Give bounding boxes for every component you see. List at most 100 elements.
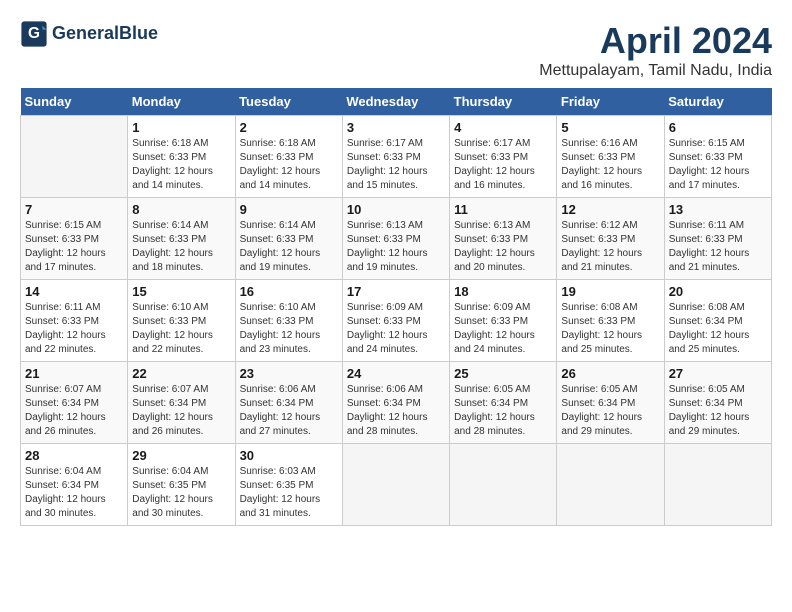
day-number: 7: [25, 202, 123, 217]
day-number: 30: [240, 448, 338, 463]
calendar-cell: 22 Sunrise: 6:07 AMSunset: 6:34 PMDayligh…: [128, 362, 235, 444]
calendar-cell: [21, 116, 128, 198]
header-monday: Monday: [128, 88, 235, 116]
calendar-cell: 20Sunrise: 6:08 AMSunset: 6:34 PMDayligh…: [664, 280, 771, 362]
calendar-header-row: SundayMondayTuesdayWednesdayThursdayFrid…: [21, 88, 772, 116]
calendar-cell: 28 Sunrise: 6:04 AMSunset: 6:34 PMDayligh…: [21, 444, 128, 526]
day-info: Sunrise: 6:09 AMSunset: 6:33 PMDaylight:…: [347, 301, 445, 357]
calendar-table: SundayMondayTuesdayWednesdayThursdayFrid…: [20, 88, 772, 526]
calendar-cell: 12 Sunrise: 6:12 AMSunset: 6:33 PMDayligh…: [557, 198, 664, 280]
calendar-cell: 15Sunrise: 6:10 AMSunset: 6:33 PMDayligh…: [128, 280, 235, 362]
day-info: Sunrise: 6:16 AMSunset: 6:33 PMDaylight:…: [561, 137, 659, 193]
calendar-cell: 1Sunrise: 6:18 AMSunset: 6:33 PMDaylight…: [128, 116, 235, 198]
day-info: Sunrise: 6:15 AMSunset: 6:33 PMDaylight:…: [669, 137, 767, 193]
calendar-cell: 26Sunrise: 6:05 AMSunset: 6:34 PMDayligh…: [557, 362, 664, 444]
day-info: Sunrise: 6:17 AMSunset: 6:33 PMDaylight:…: [454, 137, 552, 193]
calendar-cell: 23 Sunrise: 6:06 AMSunset: 6:34 PMDayligh…: [235, 362, 342, 444]
day-number: 25: [454, 366, 552, 381]
calendar-cell: 14 Sunrise: 6:11 AMSunset: 6:33 PMDayligh…: [21, 280, 128, 362]
calendar-cell: 27 Sunrise: 6:05 AMSunset: 6:34 PMDayligh…: [664, 362, 771, 444]
subtitle: Mettupalayam, Tamil Nadu, India: [539, 62, 772, 80]
day-number: 27: [669, 366, 767, 381]
day-number: 8: [132, 202, 230, 217]
calendar-cell: 18 Sunrise: 6:09 AMSunset: 6:33 PMDayligh…: [450, 280, 557, 362]
day-number: 24: [347, 366, 445, 381]
day-info: Sunrise: 6:09 AMSunset: 6:33 PMDaylight:…: [454, 301, 552, 357]
day-number: 9: [240, 202, 338, 217]
calendar-cell: 19 Sunrise: 6:08 AMSunset: 6:33 PMDayligh…: [557, 280, 664, 362]
day-number: 15: [132, 284, 230, 299]
day-info: Sunrise: 6:05 AMSunset: 6:34 PMDaylight:…: [669, 383, 767, 439]
day-info: Sunrise: 6:17 AMSunset: 6:33 PMDaylight:…: [347, 137, 445, 193]
calendar-cell: 24 Sunrise: 6:06 AMSunset: 6:34 PMDayligh…: [342, 362, 449, 444]
header-thursday: Thursday: [450, 88, 557, 116]
day-number: 14: [25, 284, 123, 299]
calendar-cell: 13 Sunrise: 6:11 AMSunset: 6:33 PMDayligh…: [664, 198, 771, 280]
page-header: G GeneralBlue April 2024 Mettupalayam, T…: [20, 20, 772, 80]
header-friday: Friday: [557, 88, 664, 116]
day-number: 28: [25, 448, 123, 463]
day-number: 10: [347, 202, 445, 217]
calendar-cell: 7 Sunrise: 6:15 AMSunset: 6:33 PMDaylight…: [21, 198, 128, 280]
day-number: 26: [561, 366, 659, 381]
day-info: Sunrise: 6:15 AMSunset: 6:33 PMDaylight:…: [25, 219, 123, 275]
calendar-cell: [557, 444, 664, 526]
day-number: 3: [347, 120, 445, 135]
calendar-cell: 21Sunrise: 6:07 AMSunset: 6:34 PMDayligh…: [21, 362, 128, 444]
calendar-cell: 8 Sunrise: 6:14 AMSunset: 6:33 PMDaylight…: [128, 198, 235, 280]
header-tuesday: Tuesday: [235, 88, 342, 116]
day-info: Sunrise: 6:14 AMSunset: 6:33 PMDaylight:…: [240, 219, 338, 275]
day-number: 19: [561, 284, 659, 299]
svg-text:G: G: [28, 25, 40, 42]
day-info: Sunrise: 6:18 AMSunset: 6:33 PMDaylight:…: [240, 137, 338, 193]
day-number: 6: [669, 120, 767, 135]
calendar-cell: 4 Sunrise: 6:17 AMSunset: 6:33 PMDaylight…: [450, 116, 557, 198]
day-info: Sunrise: 6:10 AMSunset: 6:33 PMDaylight:…: [240, 301, 338, 357]
logo-text: GeneralBlue: [52, 24, 158, 44]
logo: G GeneralBlue: [20, 20, 158, 48]
day-number: 16: [240, 284, 338, 299]
day-number: 4: [454, 120, 552, 135]
day-info: Sunrise: 6:08 AMSunset: 6:33 PMDaylight:…: [561, 301, 659, 357]
calendar-cell: 3 Sunrise: 6:17 AMSunset: 6:33 PMDaylight…: [342, 116, 449, 198]
day-info: Sunrise: 6:06 AMSunset: 6:34 PMDaylight:…: [347, 383, 445, 439]
day-info: Sunrise: 6:12 AMSunset: 6:33 PMDaylight:…: [561, 219, 659, 275]
calendar-cell: 25 Sunrise: 6:05 AMSunset: 6:34 PMDayligh…: [450, 362, 557, 444]
calendar-cell: 11 Sunrise: 6:13 AMSunset: 6:33 PMDayligh…: [450, 198, 557, 280]
calendar-cell: 30Sunrise: 6:03 AMSunset: 6:35 PMDayligh…: [235, 444, 342, 526]
day-number: 13: [669, 202, 767, 217]
day-info: Sunrise: 6:05 AMSunset: 6:34 PMDaylight:…: [454, 383, 552, 439]
calendar-cell: 10Sunrise: 6:13 AMSunset: 6:33 PMDayligh…: [342, 198, 449, 280]
calendar-cell: 16 Sunrise: 6:10 AMSunset: 6:33 PMDayligh…: [235, 280, 342, 362]
day-number: 22: [132, 366, 230, 381]
header-sunday: Sunday: [21, 88, 128, 116]
calendar-cell: [450, 444, 557, 526]
day-number: 12: [561, 202, 659, 217]
calendar-cell: 9 Sunrise: 6:14 AMSunset: 6:33 PMDaylight…: [235, 198, 342, 280]
day-info: Sunrise: 6:04 AMSunset: 6:35 PMDaylight:…: [132, 465, 230, 521]
day-info: Sunrise: 6:06 AMSunset: 6:34 PMDaylight:…: [240, 383, 338, 439]
day-number: 5: [561, 120, 659, 135]
day-info: Sunrise: 6:04 AMSunset: 6:34 PMDaylight:…: [25, 465, 123, 521]
day-number: 18: [454, 284, 552, 299]
calendar-cell: 29Sunrise: 6:04 AMSunset: 6:35 PMDayligh…: [128, 444, 235, 526]
day-info: Sunrise: 6:11 AMSunset: 6:33 PMDaylight:…: [25, 301, 123, 357]
calendar-week-row: 28 Sunrise: 6:04 AMSunset: 6:34 PMDayligh…: [21, 444, 772, 526]
calendar-week-row: 21Sunrise: 6:07 AMSunset: 6:34 PMDayligh…: [21, 362, 772, 444]
day-info: Sunrise: 6:14 AMSunset: 6:33 PMDaylight:…: [132, 219, 230, 275]
calendar-cell: [342, 444, 449, 526]
day-number: 11: [454, 202, 552, 217]
calendar-week-row: 14 Sunrise: 6:11 AMSunset: 6:33 PMDayligh…: [21, 280, 772, 362]
day-info: Sunrise: 6:13 AMSunset: 6:33 PMDaylight:…: [454, 219, 552, 275]
calendar-cell: 5 Sunrise: 6:16 AMSunset: 6:33 PMDaylight…: [557, 116, 664, 198]
day-info: Sunrise: 6:07 AMSunset: 6:34 PMDaylight:…: [132, 383, 230, 439]
day-number: 1: [132, 120, 230, 135]
title-area: April 2024 Mettupalayam, Tamil Nadu, Ind…: [539, 20, 772, 80]
day-number: 23: [240, 366, 338, 381]
calendar-cell: 2 Sunrise: 6:18 AMSunset: 6:33 PMDaylight…: [235, 116, 342, 198]
calendar-cell: 17Sunrise: 6:09 AMSunset: 6:33 PMDayligh…: [342, 280, 449, 362]
day-info: Sunrise: 6:11 AMSunset: 6:33 PMDaylight:…: [669, 219, 767, 275]
day-number: 2: [240, 120, 338, 135]
header-wednesday: Wednesday: [342, 88, 449, 116]
day-info: Sunrise: 6:08 AMSunset: 6:34 PMDaylight:…: [669, 301, 767, 357]
